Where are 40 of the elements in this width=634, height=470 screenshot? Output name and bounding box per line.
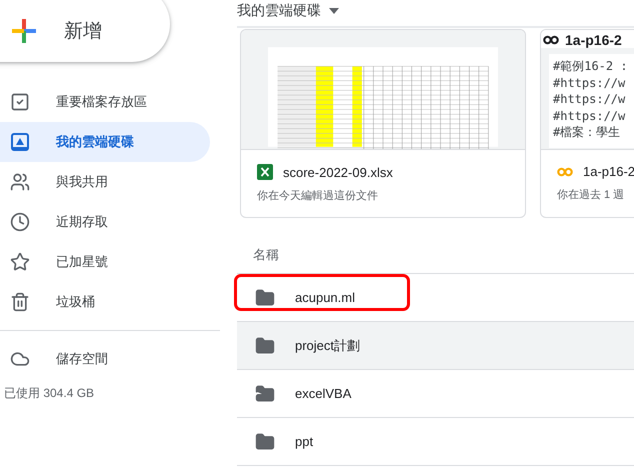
sidebar-item[interactable]: 我的雲端硬碟 [0, 122, 210, 162]
file-card[interactable]: 1a-p16-2 #範例16-2 : #https://w #https://w #https://w #檔案：學生 1a-p16-2 你在過去 1 週 [540, 29, 634, 218]
caret-icon[interactable] [329, 8, 339, 14]
clock-icon [10, 212, 30, 232]
drive-icon [10, 132, 30, 152]
folder-icon [255, 432, 275, 452]
file-activity: 你在過去 1 週 [557, 188, 626, 202]
folder-icon [255, 336, 275, 356]
spreadsheet-icon [257, 164, 273, 180]
file-card[interactable]: score-2022-09.xlsx 你在今天編輯過這份文件 [240, 29, 526, 218]
storage-item[interactable]: 儲存空間 [0, 339, 210, 379]
sidebar-item[interactable]: 與我共用 [0, 162, 210, 202]
infinity-icon [543, 35, 559, 45]
checkbox-icon [10, 92, 30, 112]
plus-icon [12, 19, 36, 43]
folder-name: ppt [295, 434, 314, 449]
code-preview: #範例16-2 : #https://w #https://w #https://w #檔案：學生 [549, 54, 634, 148]
folder-icon [255, 288, 275, 308]
column-header[interactable]: 名稱 [253, 246, 634, 264]
sidebar-item[interactable]: 垃圾桶 [0, 282, 210, 322]
trash-icon [10, 292, 30, 312]
folder-name: project計劃 [295, 336, 360, 354]
preview-title: 1a-p16-2 [541, 30, 634, 48]
sidebar-item[interactable]: 近期存取 [0, 202, 210, 242]
infinity-icon [557, 166, 573, 176]
people-icon [10, 172, 30, 192]
folder-name: acupun.ml [295, 290, 355, 305]
folder-row[interactable]: acupun.ml [237, 274, 634, 322]
shortcut-folder-icon [255, 384, 275, 404]
sidebar-item[interactable]: 重要檔案存放區 [0, 82, 210, 122]
folder-name: excelVBA [295, 386, 352, 401]
storage-usage: 已使用 304.4 GB [3, 385, 96, 402]
file-name: 1a-p16-2 [583, 164, 634, 179]
sidebar-item[interactable]: 已加星號 [0, 242, 210, 282]
page-title: 我的雲端硬碟 [237, 2, 321, 20]
file-name: score-2022-09.xlsx [283, 164, 393, 180]
new-button[interactable]: 新增 [0, 0, 170, 62]
file-activity: 你在今天編輯過這份文件 [257, 188, 379, 203]
star-icon [10, 252, 30, 272]
folder-row[interactable]: project計劃 [237, 322, 634, 370]
